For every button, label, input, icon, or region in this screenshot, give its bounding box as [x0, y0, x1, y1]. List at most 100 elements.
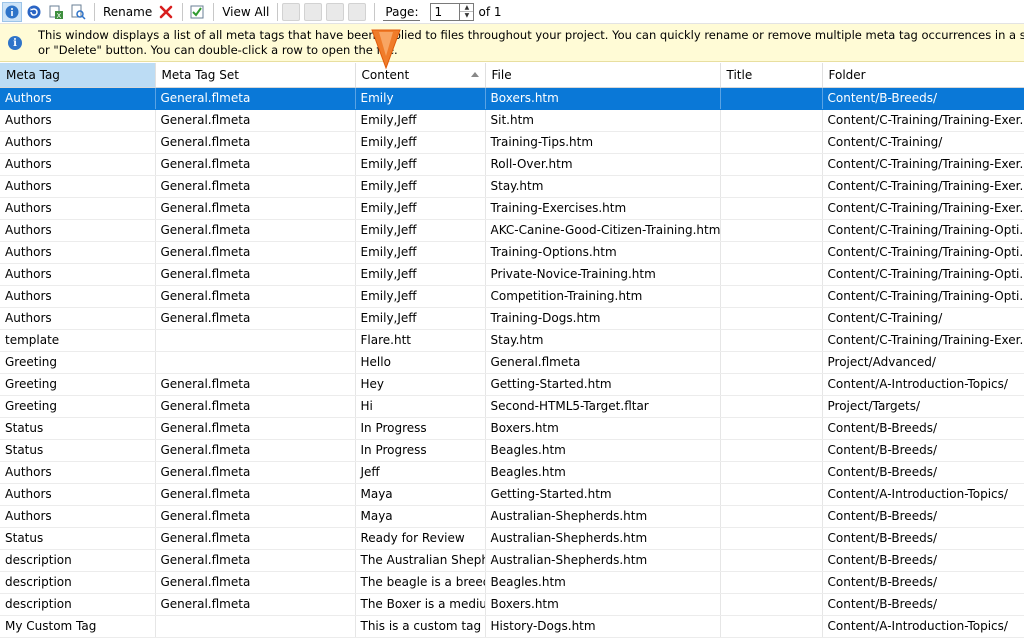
- cell-content: The Boxer is a mediu...: [355, 593, 486, 616]
- page-number-input[interactable]: 1: [430, 2, 461, 21]
- table-row[interactable]: description General.flmeta The Boxer is a …: [0, 593, 1024, 616]
- cell-meta-tag-set: General.flmeta: [155, 263, 356, 286]
- cell-meta-tag: description: [0, 549, 156, 572]
- table-row[interactable]: Authors General.flmeta Emily,Jeff Training-…: [0, 131, 1024, 154]
- cell-content: Hello: [355, 351, 486, 374]
- cell-meta-tag: description: [0, 571, 156, 594]
- spin-up-icon[interactable]: ▲: [460, 4, 473, 12]
- view-all-button[interactable]: View All: [218, 2, 273, 22]
- last-page-button[interactable]: [348, 2, 367, 21]
- info-icon: [5, 5, 19, 18]
- column-header-meta-tag[interactable]: Meta Tag: [0, 63, 156, 88]
- checkmark-button[interactable]: [187, 2, 207, 22]
- table-row[interactable]: My Custom Tag This is a custom tag f...Hi…: [0, 615, 1024, 638]
- toolbar-separator: [277, 2, 279, 21]
- cell-meta-tag: Greeting: [0, 395, 156, 418]
- cell-meta-tag-set: General.flmeta: [155, 219, 356, 242]
- table-row[interactable]: Authors General.flmeta Emily,Jeff Sit.htm Co…: [0, 109, 1024, 132]
- cell-title: [720, 395, 823, 418]
- table-row[interactable]: Authors General.flmeta Emily,Jeff Roll-Over…: [0, 153, 1024, 176]
- cell-file: Boxers.htm: [485, 593, 721, 616]
- cell-file: AKC-Canine-Good-Citizen-Training.htm: [485, 219, 721, 242]
- table-row[interactable]: Authors General.flmeta Emily Boxers.htm Cont…: [0, 87, 1024, 110]
- cell-meta-tag-set: [155, 615, 356, 638]
- cell-meta-tag: template: [0, 329, 156, 352]
- next-page-button[interactable]: [326, 2, 345, 21]
- cell-title: [720, 109, 823, 132]
- table-row[interactable]: Authors General.flmeta Maya Getting-Started…: [0, 483, 1024, 506]
- cell-folder: Content/C-Training/Training-Opti...: [822, 285, 1024, 308]
- delete-button[interactable]: [156, 2, 176, 22]
- export-button[interactable]: X: [46, 2, 66, 22]
- find-icon: [71, 4, 86, 20]
- table-row[interactable]: Authors General.flmeta Jeff Beagles.htm Cont…: [0, 461, 1024, 484]
- cell-meta-tag: Authors: [0, 197, 156, 220]
- refresh-button[interactable]: [24, 2, 44, 22]
- cell-file: Australian-Shepherds.htm: [485, 505, 721, 528]
- cell-file: Training-Exercises.htm: [485, 197, 721, 220]
- table-row[interactable]: Greeting General.flmeta Hey Getting-Started…: [0, 373, 1024, 396]
- table-row[interactable]: Status General.flmeta In Progress Beagles.h…: [0, 439, 1024, 462]
- table-row[interactable]: Greeting General.flmeta Hi Second-HTML5-Tar…: [0, 395, 1024, 418]
- cell-content: Flare.htt: [355, 329, 486, 352]
- cell-meta-tag: Status: [0, 417, 156, 440]
- cell-meta-tag: Authors: [0, 153, 156, 176]
- cell-meta-tag-set: General.flmeta: [155, 439, 356, 462]
- toolbar-separator: [374, 2, 376, 21]
- table-row[interactable]: template Flare.htt Stay.htm Content/C-Train…: [0, 329, 1024, 352]
- table-row[interactable]: Greeting Hello General.flmeta Project/Advan…: [0, 351, 1024, 374]
- table-row[interactable]: Authors General.flmeta Emily,Jeff Private-N…: [0, 263, 1024, 286]
- cell-folder: Content/C-Training/Training-Exer...: [822, 109, 1024, 132]
- table-row[interactable]: description General.flmeta The Australian …: [0, 549, 1024, 572]
- cell-meta-tag-set: General.flmeta: [155, 373, 356, 396]
- table-row[interactable]: description General.flmeta The beagle is a…: [0, 571, 1024, 594]
- table-row[interactable]: Authors General.flmeta Emily,Jeff AKC-Canin…: [0, 219, 1024, 242]
- info-toggle-button[interactable]: [2, 1, 22, 22]
- cell-content: Jeff: [355, 461, 486, 484]
- table-row[interactable]: Authors General.flmeta Emily,Jeff Training-…: [0, 197, 1024, 220]
- cell-title: [720, 131, 823, 154]
- cell-file: Boxers.htm: [485, 417, 721, 440]
- rename-button[interactable]: Rename: [99, 2, 156, 22]
- cell-meta-tag-set: General.flmeta: [155, 549, 356, 572]
- cell-file: Stay.htm: [485, 329, 721, 352]
- page-spinner[interactable]: ▲ ▼: [460, 2, 475, 21]
- cell-meta-tag-set: General.flmeta: [155, 153, 356, 176]
- table-row[interactable]: Status General.flmeta In Progress Boxers.ht…: [0, 417, 1024, 440]
- cell-title: [720, 307, 823, 330]
- cell-meta-tag-set: General.flmeta: [155, 461, 356, 484]
- cell-file: Australian-Shepherds.htm: [485, 549, 721, 572]
- column-header-folder[interactable]: Folder: [822, 63, 1024, 88]
- cell-meta-tag: Authors: [0, 285, 156, 308]
- first-page-button[interactable]: [282, 2, 301, 21]
- cell-title: [720, 417, 823, 440]
- cell-meta-tag-set: General.flmeta: [155, 593, 356, 616]
- cell-meta-tag: Authors: [0, 241, 156, 264]
- table-row[interactable]: Authors General.flmeta Emily,Jeff Competiti…: [0, 285, 1024, 308]
- previous-page-button[interactable]: [304, 2, 323, 21]
- cell-folder: Content/C-Training/Training-Opti...: [822, 263, 1024, 286]
- cell-file: General.flmeta: [485, 351, 721, 374]
- spin-down-icon[interactable]: ▼: [460, 11, 474, 20]
- table-row[interactable]: Status General.flmeta Ready for Review Aust…: [0, 527, 1024, 550]
- cell-title: [720, 351, 823, 374]
- cell-content: The Australian Sheph...: [355, 549, 486, 572]
- table-row[interactable]: Authors General.flmeta Emily,Jeff Training-…: [0, 307, 1024, 330]
- column-header-file[interactable]: File: [485, 63, 721, 88]
- cell-title: [720, 527, 823, 550]
- cell-folder: Content/A-Introduction-Topics/: [822, 483, 1024, 506]
- column-header-meta-tag-set[interactable]: Meta Tag Set: [155, 63, 356, 88]
- cell-content: The beagle is a breed...: [355, 571, 486, 594]
- table-row[interactable]: Authors General.flmeta Emily,Jeff Training-…: [0, 241, 1024, 264]
- table-row[interactable]: Authors General.flmeta Maya Australian-Shep…: [0, 505, 1024, 528]
- column-header-title[interactable]: Title: [720, 63, 823, 88]
- cell-meta-tag-set: General.flmeta: [155, 285, 356, 308]
- find-replace-button[interactable]: [68, 2, 88, 22]
- grid-header-row: Meta Tag Meta Tag Set Content File Title…: [0, 63, 1024, 88]
- checklist-icon: [190, 5, 204, 18]
- cell-title: [720, 219, 823, 242]
- cell-folder: Content/A-Introduction-Topics/: [822, 373, 1024, 396]
- table-row[interactable]: Authors General.flmeta Emily,Jeff Stay.htm C…: [0, 175, 1024, 198]
- info-banner: i This window displays a list of all met…: [0, 24, 1024, 62]
- toolbar-separator: [94, 2, 95, 21]
